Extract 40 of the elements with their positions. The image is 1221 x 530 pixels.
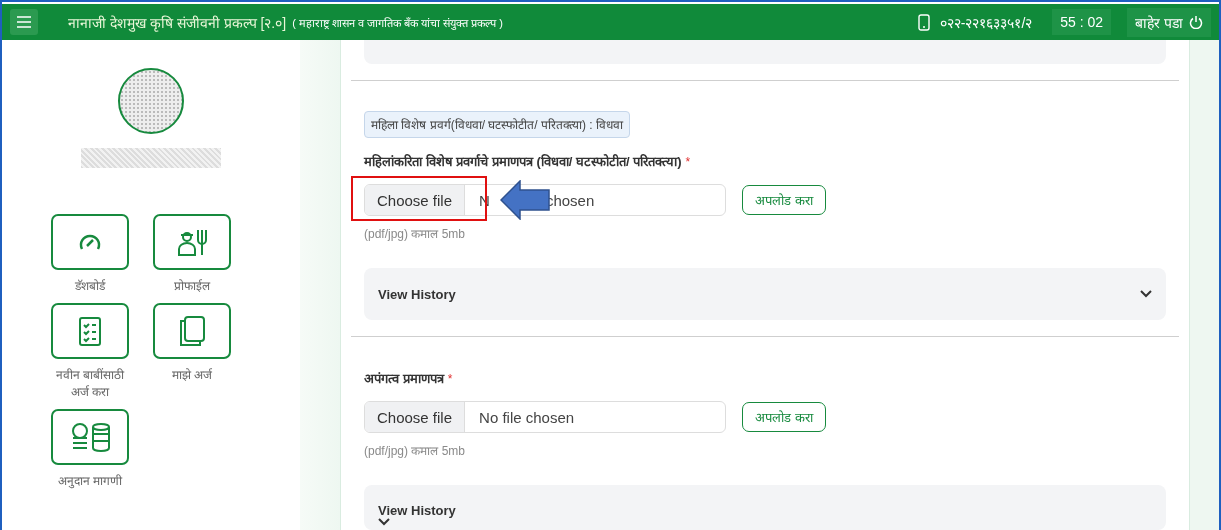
- logout-button[interactable]: बाहेर पडा: [1127, 7, 1211, 37]
- nav-tile[interactable]: [51, 303, 129, 359]
- file-status: No file chosen: [479, 408, 575, 426]
- required-mark: *: [685, 155, 691, 169]
- field-label: महिलांकरिता विशेष प्रवर्गाचे प्रमाणपत्र (विधवा/ घटस्फोटीत/ परितक्त्या): [364, 154, 682, 169]
- file-hint: (pdf/jpg) कमाल 5mb: [364, 226, 466, 242]
- choose-file-button[interactable]: Choose file: [365, 185, 466, 215]
- choose-file-button[interactable]: Choose file: [365, 402, 466, 432]
- upload-button[interactable]: अपलोड करा: [742, 185, 826, 215]
- farmer-icon: [176, 228, 208, 256]
- history-label: View History: [378, 286, 456, 302]
- nav-tile[interactable]: [51, 409, 129, 465]
- category-badge: महिला विशेष प्रवर्ग(विधवा/ घटस्फोटीत/ परितक्त्या) : विधवा: [364, 111, 630, 138]
- history-panel[interactable]: View History: [364, 268, 1166, 320]
- file-input[interactable]: Choose file No file chosen: [364, 401, 726, 433]
- phone-number: ०२२-२२१६३३५१/२: [939, 13, 1033, 32]
- field-label: अपंगत्व प्रमाणपत्र: [364, 371, 444, 386]
- nav-label: माझे अर्ज: [170, 367, 214, 384]
- nav-label: नवीन बाबींसाठी अर्ज करा: [54, 367, 126, 401]
- power-icon: [1189, 15, 1203, 29]
- upload-button[interactable]: अपलोड करा: [742, 402, 826, 432]
- nav-label: प्रोफाईल: [173, 278, 211, 295]
- history-panel[interactable]: View History: [364, 485, 1166, 530]
- file-hint: (pdf/jpg) कमाल 5mb: [364, 443, 466, 459]
- checklist-icon: [79, 316, 101, 346]
- nav-tile[interactable]: [153, 303, 231, 359]
- menu-icon: [17, 16, 31, 28]
- phone-icon: [917, 13, 930, 31]
- documents-icon: [178, 315, 206, 347]
- history-label: View History: [378, 503, 456, 518]
- required-mark: *: [447, 372, 453, 386]
- session-timer: 55 : 02: [1052, 9, 1112, 35]
- nav-tile[interactable]: [153, 214, 231, 270]
- app-title: नानाजी देशमुख कृषि संजीवनी प्रकल्प [२.०]: [68, 13, 287, 32]
- nav-label: अनुदान मागणी: [56, 473, 124, 490]
- nav-label: डॅशबोर्ड: [74, 278, 107, 295]
- menu-button[interactable]: [10, 9, 38, 35]
- nav-tile[interactable]: [51, 214, 129, 270]
- gauge-icon: [78, 233, 102, 251]
- app-subtitle: ( महाराष्ट्र शासन व जागतिक बँक यांचा संयुक्त प्रकल्प ): [292, 15, 503, 30]
